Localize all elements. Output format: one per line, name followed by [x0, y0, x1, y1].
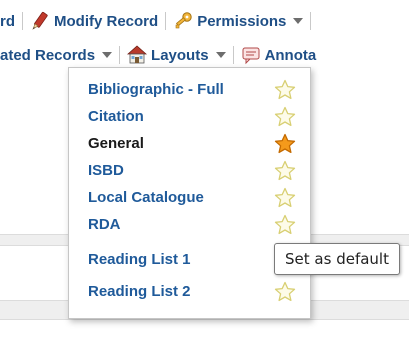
star-icon[interactable]	[274, 79, 296, 101]
menu-item-label: Bibliographic - Full	[88, 81, 224, 98]
layouts-label: Layouts	[151, 46, 209, 64]
menu-item-label: RDA	[88, 216, 121, 233]
star-icon[interactable]	[274, 281, 296, 303]
star-icon[interactable]	[274, 187, 296, 209]
annotation-icon	[241, 45, 261, 65]
menu-item-reading-list-1[interactable]: Reading List 1	[88, 248, 298, 272]
toolbar-separator	[119, 46, 121, 64]
permissions-label: Permissions	[197, 12, 287, 30]
menu-item-label: Citation	[88, 108, 144, 125]
menu-item-citation[interactable]: Citation	[88, 105, 298, 129]
permissions-menu[interactable]: Permissions	[173, 11, 304, 31]
menu-item-label: Reading List 1	[88, 251, 191, 268]
pencil-icon	[30, 11, 50, 31]
chevron-down-icon	[102, 52, 113, 58]
toolbar-item-partial[interactable]: rd	[0, 13, 15, 30]
layouts-menu[interactable]: Layouts	[127, 45, 226, 65]
star-icon[interactable]	[274, 214, 296, 236]
toolbar-item-partial-label: rd	[0, 12, 15, 30]
chevron-down-icon	[215, 52, 226, 58]
modify-record-button[interactable]: Modify Record	[30, 11, 158, 31]
menu-item-bibliographic-full[interactable]: Bibliographic - Full	[88, 78, 298, 102]
toolbar-separator	[232, 46, 234, 64]
menu-item-reading-list-2[interactable]: Reading List 2	[88, 280, 298, 304]
key-icon	[173, 11, 193, 31]
toolbar-separator	[310, 12, 312, 30]
toolbar-separator	[165, 12, 167, 30]
annotations-menu[interactable]: Annota	[241, 45, 317, 65]
layouts-dropdown: Bibliographic - Full Citation General IS…	[68, 67, 311, 319]
chevron-down-icon	[293, 18, 304, 24]
toolbar-row-1: rd Modify Record Permissions	[0, 8, 318, 34]
layouts-icon	[127, 45, 148, 65]
menu-item-label: ISBD	[88, 162, 124, 179]
annotations-label: Annota	[264, 46, 317, 64]
menu-item-rda[interactable]: RDA	[88, 213, 298, 237]
star-icon[interactable]	[274, 106, 296, 128]
related-records-label: ated Records	[0, 46, 96, 64]
menu-item-local-catalogue[interactable]: Local Catalogue	[88, 186, 298, 210]
page: rd Modify Record Permissions ated Record…	[0, 0, 409, 338]
toolbar-row-2: ated Records Layouts Annota	[0, 42, 316, 68]
toolbar-separator	[22, 12, 23, 30]
menu-item-general[interactable]: General	[88, 132, 298, 156]
menu-item-isbd[interactable]: ISBD	[88, 159, 298, 183]
menu-item-label: Reading List 2	[88, 283, 191, 300]
menu-item-label: Local Catalogue	[88, 189, 204, 206]
related-records-menu[interactable]: ated Records	[0, 46, 113, 64]
star-filled-icon[interactable]	[274, 133, 296, 155]
modify-record-label: Modify Record	[54, 12, 159, 30]
menu-item-label: General	[88, 135, 144, 152]
set-default-tooltip: Set as default	[274, 243, 400, 275]
star-icon[interactable]	[274, 160, 296, 182]
